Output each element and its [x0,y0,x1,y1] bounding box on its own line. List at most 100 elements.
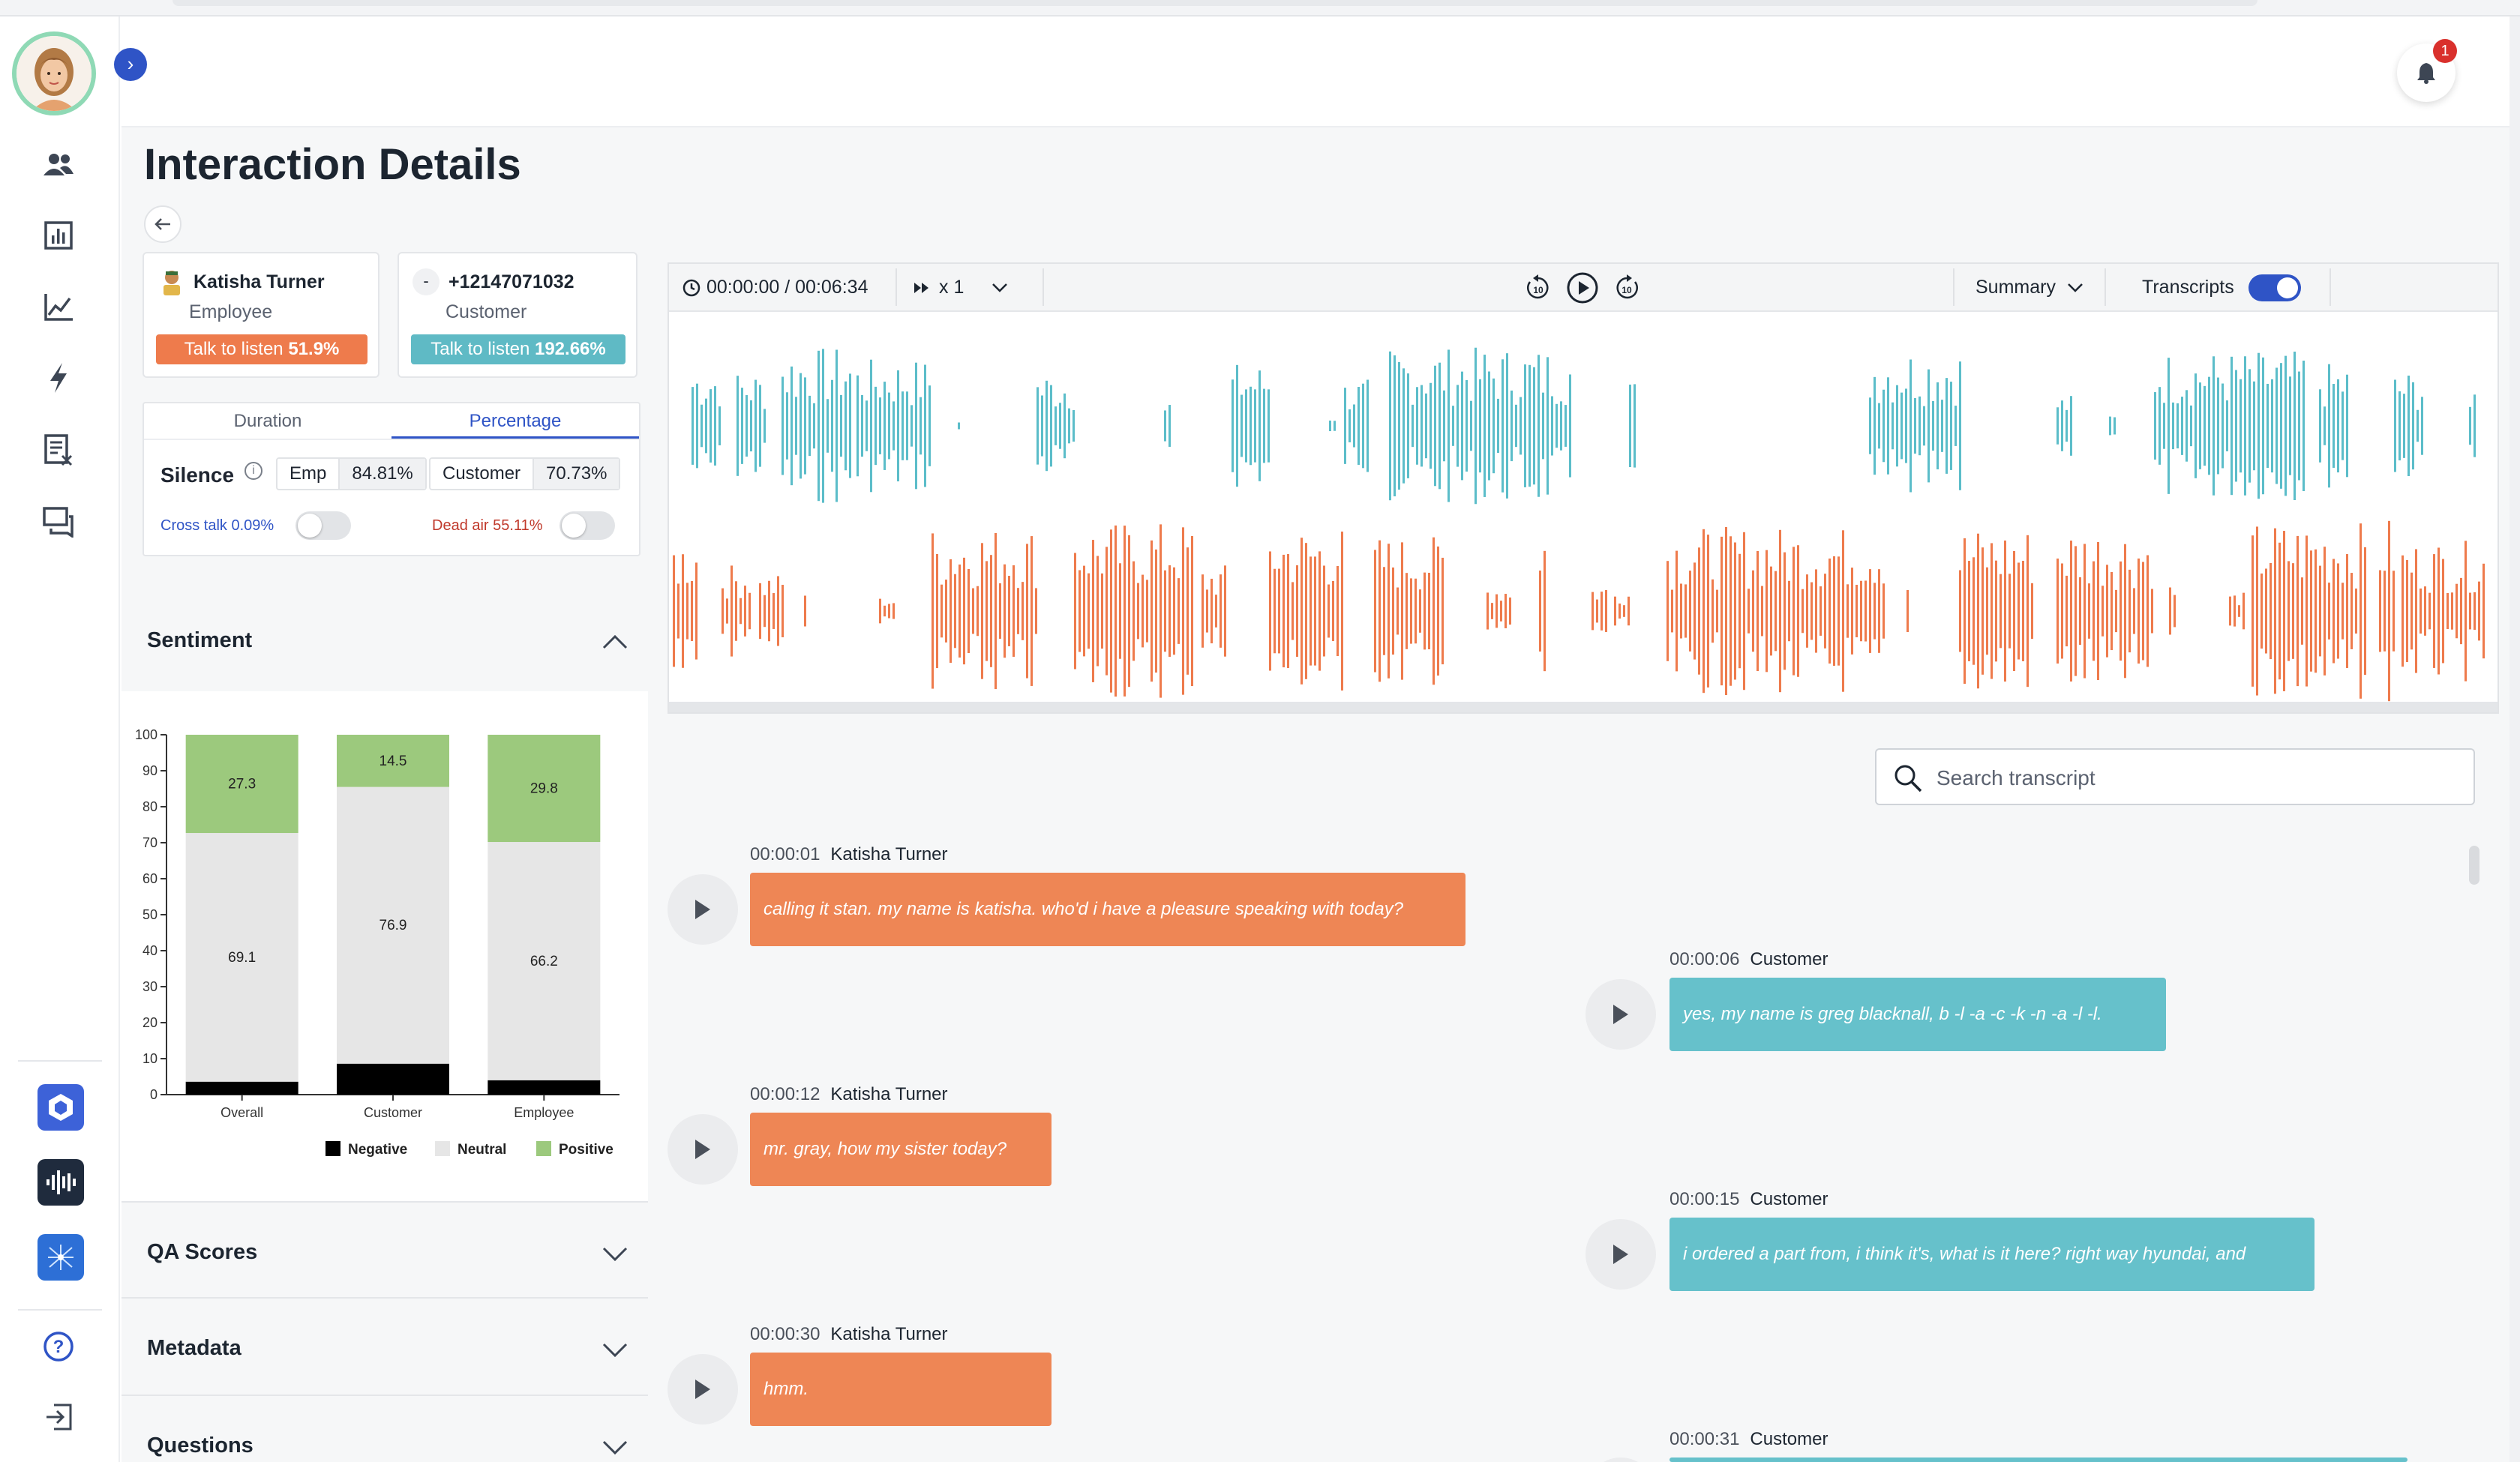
trend-icon[interactable] [38,286,80,328]
y-tick-label: 50 [142,907,158,922]
customer-waveform-bar [714,386,716,466]
rewind-10-icon[interactable]: 10 [1524,273,1552,303]
info-icon[interactable]: i [244,462,262,480]
employee-waveform-bar [2274,528,2276,694]
metadata-accordion[interactable]: Metadata [122,1299,648,1396]
customer-waveform-bar [1910,359,1912,493]
employee-waveform-bar [888,604,890,619]
message-bubble-customer[interactable]: yes, my name is greg blacknall, b -l -a … [1670,978,2166,1051]
y-tick-label: 90 [142,763,158,778]
message-play-button[interactable] [1586,979,1656,1050]
employee-waveform-bar [1074,553,1076,670]
play-icon[interactable] [1566,271,1599,304]
qa-scores-accordion[interactable]: QA Scores [122,1201,648,1299]
help-icon[interactable]: ? [38,1326,80,1368]
customer-waveform-bar [1425,393,1427,459]
employee-waveform-bar [1592,592,1594,631]
x-tick-label: Overall [220,1105,263,1120]
employee-waveform-bar [1030,536,1033,686]
playback-speed[interactable]: x 1 [939,264,964,310]
customer-waveform-bar [1334,421,1336,431]
customer-waveform-bar [710,389,712,463]
employee-waveform-bar [1119,563,1121,659]
customer-waveform-bar [759,385,761,467]
employee-waveform-bar [673,555,675,667]
customer-role: Customer [446,301,527,322]
legend-swatch [435,1141,450,1156]
customer-waveform-bar [1882,389,1885,463]
customer-waveform-bar [861,394,863,457]
waveform[interactable] [669,313,2498,702]
summary-dropdown[interactable]: Summary [1976,264,2056,310]
chat-icon[interactable] [38,501,80,543]
employee-waveform-bar [1792,547,1795,676]
cross-talk-toggle[interactable] [296,511,351,540]
summary-chevron-down-icon[interactable] [2067,282,2084,292]
employee-waveform-bar [1851,568,1853,655]
tab-percentage[interactable]: Percentage [392,403,639,439]
hexagon-app-icon[interactable] [38,1084,84,1131]
message-bubble-customer[interactable]: i ordered a part from, i think it's, wha… [1670,1218,2314,1291]
speed-dropdown-chevron-icon[interactable] [992,282,1008,292]
transcripts-toggle[interactable] [2248,274,2301,301]
customer-waveform-bar [2289,376,2291,475]
employee-waveform-bar [2133,588,2135,634]
message-bubble-employee[interactable]: mr. gray, how my sister today? [750,1113,1052,1186]
forward-10-icon[interactable]: 10 [1612,273,1641,303]
employee-waveform-bar [2420,588,2422,634]
employee-waveform-bar [1383,567,1385,655]
logout-icon[interactable] [38,1396,80,1438]
customer-waveform-bar [754,379,757,472]
bolt-icon[interactable] [38,357,80,399]
employee-waveform-bar [2151,589,2153,634]
document-icon[interactable] [38,429,80,471]
sentiment-accordion[interactable]: Sentiment [122,594,648,691]
message-play-button[interactable] [1586,1219,1656,1290]
employee-waveform-bar [1182,527,1184,695]
tab-duration[interactable]: Duration [144,403,392,439]
employee-waveform-bar [730,565,733,657]
customer-waveform-bar [2337,379,2339,473]
message-bubble-employee[interactable]: calling it stan. my name is katisha. who… [750,873,1466,946]
message-play-button[interactable] [668,1114,738,1185]
waveform-scrubber[interactable] [669,702,2498,712]
employee-waveform-bar [945,580,947,643]
customer-waveform-bar [2114,417,2116,435]
message-speaker: Customer [1750,949,1828,969]
avatar[interactable] [12,31,96,115]
report-icon[interactable] [38,214,80,256]
toolbar-separator [1042,268,1044,306]
customer-waveform-bar [2190,405,2192,447]
message-bubble-customer[interactable] [1670,1458,2408,1462]
employee-waveform-bar [2265,568,2267,654]
employee-waveform-bar [1784,552,1786,670]
page-scrollbar[interactable] [2510,16,2520,1462]
employee-waveform-bar [1392,567,1394,655]
message-bubble-employee[interactable]: hmm. [750,1353,1052,1426]
data-label: 69.1 [228,950,256,966]
employee-waveform-bar [1419,589,1421,633]
employee-waveform-bar [2451,592,2453,630]
employee-waveform-bar [1788,580,1790,642]
dead-air-toggle[interactable] [560,511,615,540]
message-play-button[interactable] [668,874,738,945]
employee-waveform-bar [2146,555,2149,667]
network-app-icon[interactable] [38,1234,84,1281]
message-play-button[interactable] [668,1354,738,1425]
questions-accordion[interactable]: Questions [122,1396,648,1462]
team-icon[interactable] [38,144,80,186]
nav-divider-bottom [18,1309,102,1311]
customer-waveform-bar [2056,407,2059,445]
waveform-app-icon[interactable] [38,1159,84,1206]
search-transcript-input[interactable]: Search transcript [1875,748,2475,805]
employee-waveform-bar [1666,561,1669,661]
back-button[interactable] [144,205,182,243]
expand-sidebar-button[interactable]: › [114,48,147,81]
transcript-scrollbar[interactable] [2469,846,2480,885]
customer-waveform-bar [1564,405,1567,447]
employee-waveform-bar [1869,569,1871,653]
employee-waveform-bar [2306,535,2308,687]
customer-waveform-bar [718,406,721,445]
customer-waveform-bar [786,392,788,460]
employee-waveform-bar [2066,575,2068,647]
